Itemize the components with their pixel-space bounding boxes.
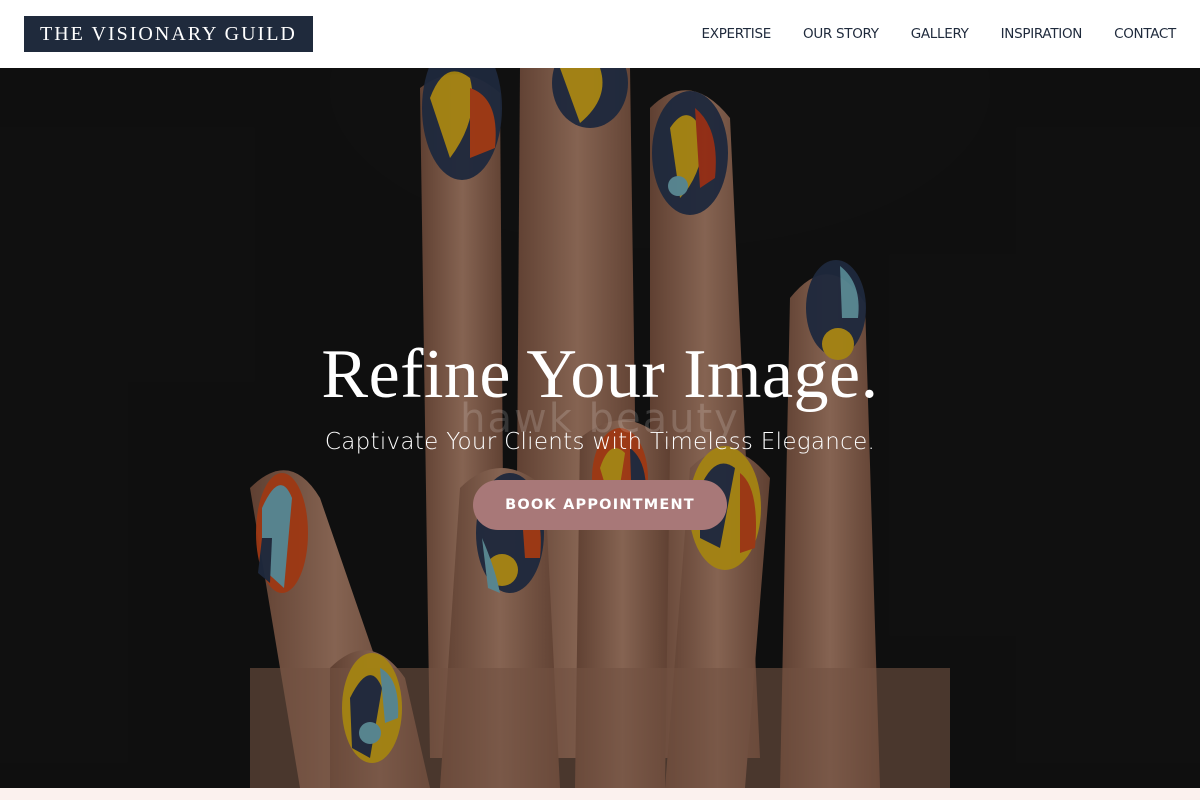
- site-logo[interactable]: THE VISIONARY GUILD: [24, 16, 313, 52]
- nav-link-contact[interactable]: CONTACT: [1114, 26, 1176, 42]
- nav-link-inspiration[interactable]: INSPIRATION: [1001, 26, 1083, 42]
- book-appointment-button[interactable]: BOOK APPOINTMENT: [473, 480, 727, 530]
- nav-link-expertise[interactable]: EXPERTISE: [702, 26, 772, 42]
- site-header: THE VISIONARY GUILD EXPERTISE OUR STORY …: [0, 0, 1200, 68]
- hero-title: Refine Your Image.: [321, 336, 879, 413]
- nav-link-our-story[interactable]: OUR STORY: [803, 26, 879, 42]
- nav-link-gallery[interactable]: GALLERY: [911, 26, 969, 42]
- page-bottom-strip: [0, 788, 1200, 800]
- hero-content: Refine Your Image. Captivate Your Client…: [0, 330, 1200, 530]
- hero-section: hawk beauty Refine Your Image. Captivate…: [0, 68, 1200, 788]
- main-nav: EXPERTISE OUR STORY GALLERY INSPIRATION …: [702, 0, 1177, 68]
- hero-subtitle: Captivate Your Clients with Timeless Ele…: [324, 429, 876, 455]
